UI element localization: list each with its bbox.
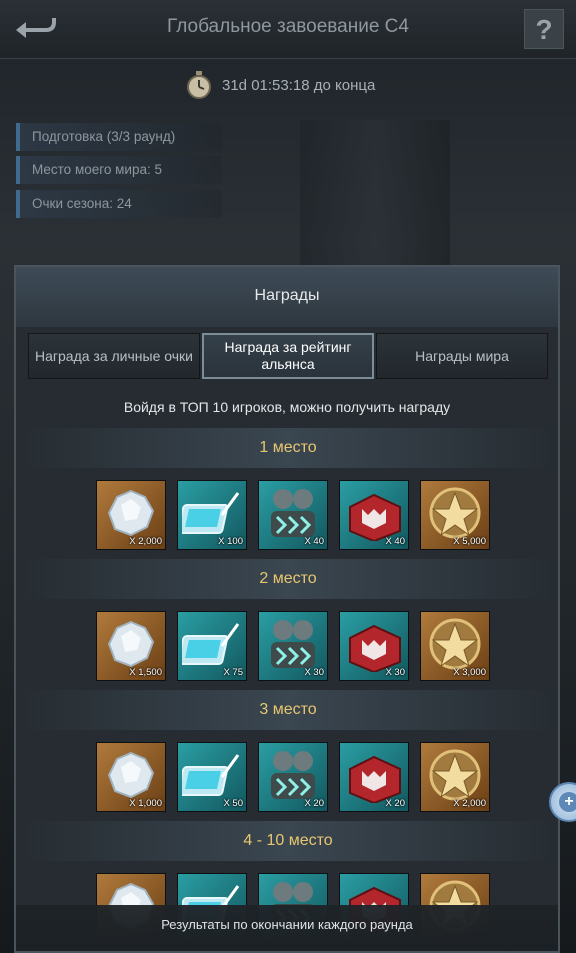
panel-title: Награды <box>254 287 320 304</box>
rewards-row: X 1,000 X 50 X 20 X 20 X 2,000 <box>16 732 558 822</box>
reward-item[interactable]: X 50 <box>177 742 247 812</box>
reward-item[interactable]: X 3,000 <box>420 611 490 681</box>
gold-star-medal-icon <box>429 749 481 801</box>
header-bar: Глобальное завоевание С4 ? <box>0 0 576 59</box>
stopwatch-icon <box>187 71 211 99</box>
reward-quantity: X 30 <box>304 667 324 678</box>
info-round: Подготовка (3/3 раунд) <box>16 123 222 151</box>
footer-note: Результаты по окончании каждого раунда <box>16 905 558 951</box>
rewards-panel: Награды Награда за личные очки Награда з… <box>14 265 560 953</box>
place-header: 2 место <box>24 559 552 599</box>
rewards-description: Войдя в ТОП 10 игроков, можно получить н… <box>123 399 451 415</box>
reward-quantity: X 100 <box>218 536 243 547</box>
crystal-ore-icon <box>107 620 155 668</box>
tablet-icon <box>182 492 240 534</box>
reward-item[interactable]: X 2,000 <box>420 742 490 812</box>
reward-quantity: X 2,000 <box>453 798 486 809</box>
reward-item[interactable]: X 75 <box>177 611 247 681</box>
reward-quantity: X 1,000 <box>129 798 162 809</box>
reward-item[interactable]: X 2,000 <box>96 480 166 550</box>
place-header: 3 место <box>24 690 552 730</box>
rewards-row: X 2,000 X 100 X 40 X 40 X 5,000 <box>16 470 558 560</box>
red-crate-icon <box>349 624 401 672</box>
reward-item[interactable]: X 20 <box>339 742 409 812</box>
plus-icon: + <box>559 792 576 812</box>
crystal-ore-icon <box>107 751 155 799</box>
reward-item[interactable]: X 30 <box>258 611 328 681</box>
reward-item[interactable]: X 20 <box>258 742 328 812</box>
soldiers-icon <box>271 489 315 537</box>
red-crate-icon <box>349 755 401 803</box>
gold-star-medal-icon <box>429 487 481 539</box>
rewards-row: X 1,500 X 75 X 30 X 30 X 3,000 <box>16 601 558 691</box>
timer-text: 31d 01:53:18 до конца <box>222 76 376 94</box>
tab-alliance-rating[interactable]: Награда за рейтинг альянса <box>202 333 374 379</box>
tab-world-rewards[interactable]: Награды мира <box>376 333 548 379</box>
place-header: 4 - 10 место <box>24 821 552 861</box>
tablet-icon <box>182 754 240 796</box>
reward-quantity: X 50 <box>223 798 243 809</box>
info-world-place: Место моего мира: 5 <box>16 156 222 184</box>
gold-star-medal-icon <box>429 618 481 670</box>
info-season-points: Очки сезона: 24 <box>16 190 222 218</box>
tab-personal-points[interactable]: Награда за личные очки <box>28 333 200 379</box>
reward-item[interactable]: X 1,500 <box>96 611 166 681</box>
reward-quantity: X 1,500 <box>129 667 162 678</box>
soldiers-icon <box>271 620 315 668</box>
reward-quantity: X 75 <box>223 667 243 678</box>
event-timer: 31d 01:53:18 до конца <box>186 70 375 100</box>
reward-quantity: X 30 <box>385 667 405 678</box>
crystal-ore-icon <box>107 489 155 537</box>
reward-quantity: X 40 <box>385 536 405 547</box>
reward-quantity: X 20 <box>304 798 324 809</box>
soldiers-icon <box>271 751 315 799</box>
reward-item[interactable]: X 1,000 <box>96 742 166 812</box>
reward-quantity: X 20 <box>385 798 405 809</box>
panel-header: Награды <box>16 267 558 327</box>
reward-item[interactable]: X 40 <box>339 480 409 550</box>
reward-item[interactable]: X 40 <box>258 480 328 550</box>
reward-quantity: X 3,000 <box>453 667 486 678</box>
reward-quantity: X 5,000 <box>453 536 486 547</box>
reward-item[interactable]: X 30 <box>339 611 409 681</box>
place-header: 1 место <box>24 428 552 468</box>
reward-item[interactable]: X 5,000 <box>420 480 490 550</box>
red-crate-icon <box>349 493 401 541</box>
help-button[interactable]: ? <box>524 9 564 49</box>
page-title: Глобальное завоевание С4 <box>167 16 409 37</box>
tablet-icon <box>182 623 240 665</box>
reward-item[interactable]: X 100 <box>177 480 247 550</box>
reward-quantity: X 40 <box>304 536 324 547</box>
reward-quantity: X 2,000 <box>129 536 162 547</box>
